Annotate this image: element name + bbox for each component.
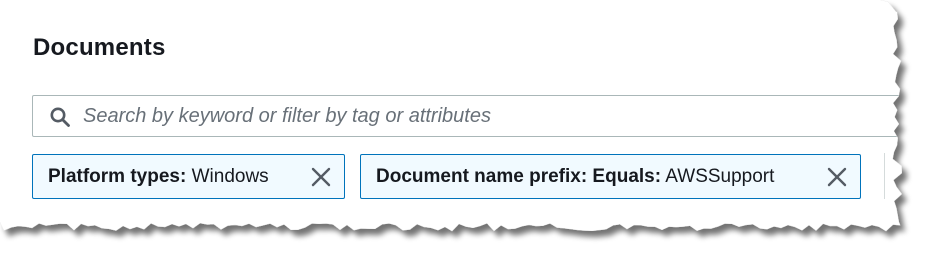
filter-token-text: Document name prefix: Equals: AWSSupport: [376, 155, 774, 198]
filter-value: Windows: [191, 166, 269, 187]
screenshot-stage: Documents Platform types: Windows Docume…: [0, 0, 933, 256]
filter-token-document-name-prefix: Document name prefix: Equals: AWSSupport: [360, 154, 861, 199]
filter-key: Document name prefix: Equals:: [376, 166, 662, 187]
search-input[interactable]: [83, 96, 883, 136]
page-title: Documents: [33, 34, 166, 61]
filter-token-text: Platform types: Windows: [48, 155, 269, 198]
documents-panel: Documents Platform types: Windows Docume…: [0, 0, 905, 238]
filter-token-platform-types: Platform types: Windows: [32, 154, 345, 199]
close-icon[interactable]: [826, 166, 848, 188]
close-icon[interactable]: [310, 166, 332, 188]
token-divider: [884, 153, 885, 199]
search-icon: [50, 107, 70, 127]
search-field[interactable]: [32, 95, 932, 137]
filter-key: Platform types:: [48, 166, 187, 187]
filter-value: AWSSupport: [665, 166, 775, 187]
